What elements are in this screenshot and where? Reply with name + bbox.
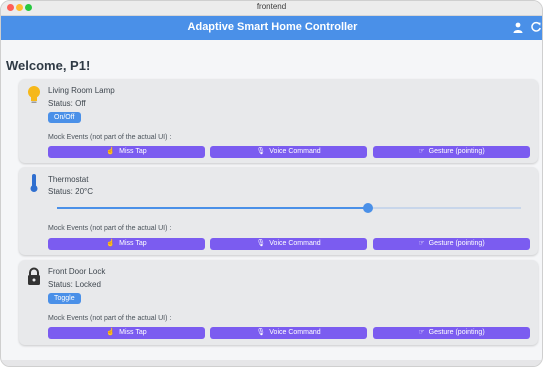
app-window: frontend Adaptive Smart Home Controller …	[0, 0, 543, 367]
temperature-slider[interactable]	[57, 203, 521, 213]
pointing-hand-icon: ☞	[418, 148, 425, 155]
device-status: Status: 20°C	[48, 187, 93, 196]
mic-icon: 🎙	[256, 148, 266, 155]
mic-icon: 🎙	[256, 329, 266, 336]
tap-icon: ☝	[106, 240, 116, 247]
mock-events-label: Mock Events (not part of the actual UI) …	[48, 315, 172, 322]
user-icon[interactable]	[513, 22, 523, 33]
gesture-button[interactable]: ☞ Gesture (pointing)	[373, 146, 530, 158]
welcome-heading: Welcome, P1!	[6, 58, 91, 73]
mic-icon: 🎙	[256, 240, 266, 247]
miss-tap-button[interactable]: ☝ Miss Tap	[48, 238, 205, 250]
window-title: frontend	[256, 2, 287, 11]
voice-command-label: Voice Command	[269, 240, 321, 247]
tap-icon: ☝	[106, 148, 116, 155]
device-card-lock: Front Door Lock Status: Locked Toggle Mo…	[19, 260, 538, 345]
device-status: Status: Off	[48, 99, 86, 108]
gesture-button[interactable]: ☞ Gesture (pointing)	[373, 238, 530, 250]
miss-tap-button[interactable]: ☝ Miss Tap	[48, 146, 205, 158]
window-titlebar: frontend	[1, 1, 542, 16]
device-name: Thermostat	[48, 175, 89, 184]
gesture-button[interactable]: ☞ Gesture (pointing)	[373, 327, 530, 339]
device-name: Living Room Lamp	[48, 86, 115, 95]
miss-tap-button[interactable]: ☝ Miss Tap	[48, 327, 205, 339]
voice-command-label: Voice Command	[269, 148, 321, 155]
voice-command-button[interactable]: 🎙 Voice Command	[210, 238, 367, 250]
device-status: Status: Locked	[48, 280, 101, 289]
voice-command-button[interactable]: 🎙 Voice Command	[210, 146, 367, 158]
app-bar: Adaptive Smart Home Controller	[1, 16, 542, 40]
thermometer-icon	[30, 174, 38, 192]
voice-command-button[interactable]: 🎙 Voice Command	[210, 327, 367, 339]
app-title: Adaptive Smart Home Controller	[187, 21, 358, 33]
gesture-label: Gesture (pointing)	[428, 240, 485, 247]
lock-icon	[28, 267, 40, 285]
refresh-icon[interactable]	[530, 21, 542, 33]
pointing-hand-icon: ☞	[418, 240, 425, 247]
voice-command-label: Voice Command	[269, 329, 321, 336]
bottom-bar	[1, 360, 542, 366]
lightbulb-icon	[28, 86, 40, 103]
on-off-button[interactable]: On/Off	[48, 112, 81, 123]
pointing-hand-icon: ☞	[418, 329, 425, 336]
slider-thumb[interactable]	[362, 203, 373, 213]
toggle-button[interactable]: Toggle	[48, 293, 81, 304]
miss-tap-label: Miss Tap	[119, 240, 147, 247]
mock-events-label: Mock Events (not part of the actual UI) …	[48, 225, 172, 232]
mock-events-label: Mock Events (not part of the actual UI) …	[48, 134, 172, 141]
gesture-label: Gesture (pointing)	[428, 148, 485, 155]
miss-tap-label: Miss Tap	[119, 148, 147, 155]
device-name: Front Door Lock	[48, 267, 106, 276]
device-card-lamp: Living Room Lamp Status: Off On/Off Mock…	[19, 79, 538, 163]
device-card-thermostat: Thermostat Status: 20°C Mock Events (not…	[19, 167, 538, 255]
tap-icon: ☝	[106, 329, 116, 336]
gesture-label: Gesture (pointing)	[428, 329, 485, 336]
slider-fill	[57, 207, 368, 209]
miss-tap-label: Miss Tap	[119, 329, 147, 336]
